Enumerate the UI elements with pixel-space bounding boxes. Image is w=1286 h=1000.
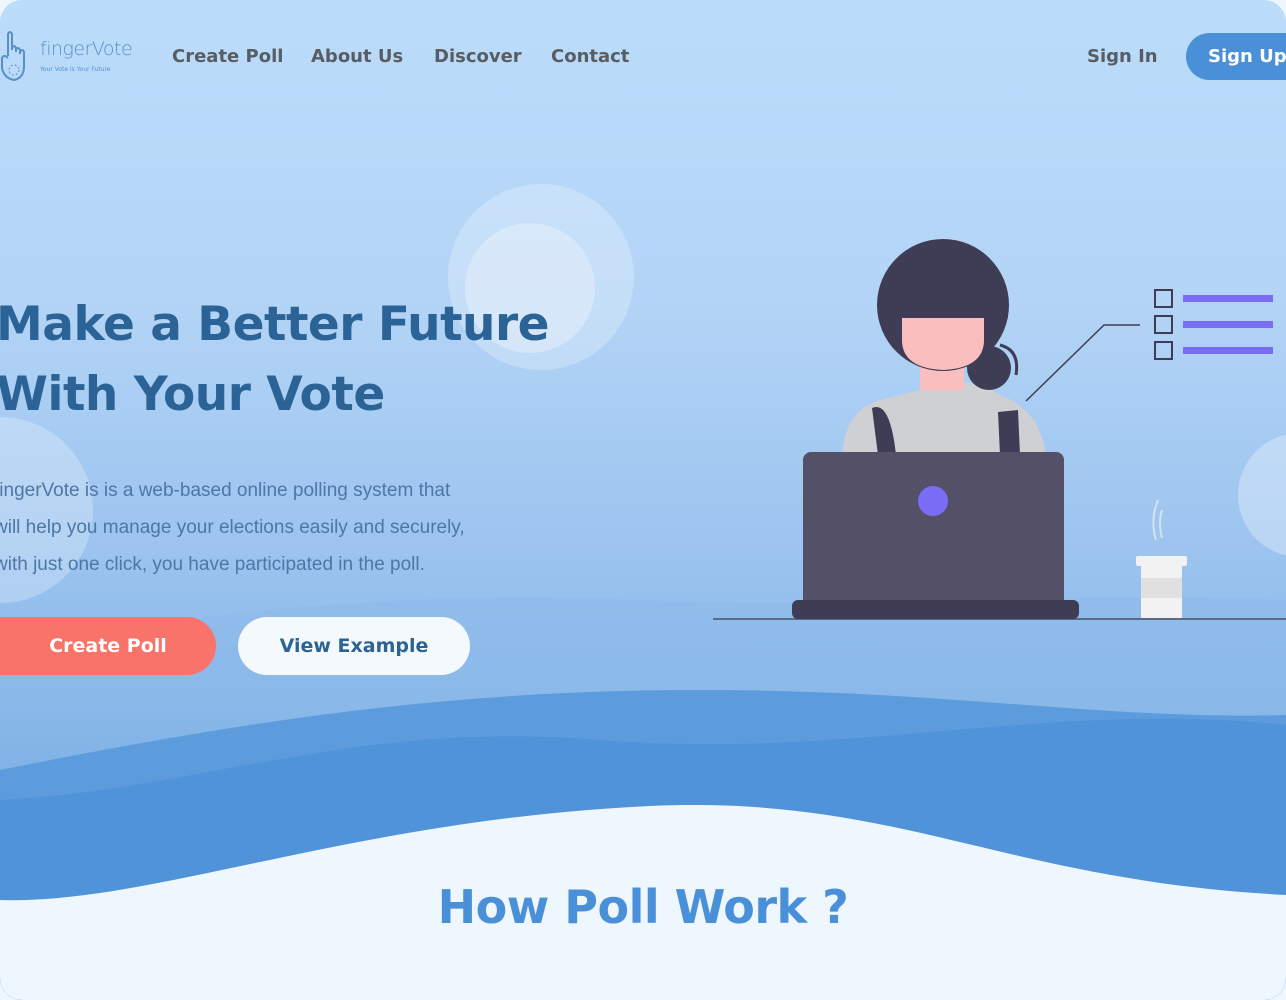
hero-desc-line2: will help you manage your elections easi…: [0, 517, 465, 538]
brand-name: fingerVote: [40, 38, 133, 60]
hero-desc-line1: fingerVote is is a web-based online poll…: [0, 480, 451, 501]
sign-up-button[interactable]: Sign Up: [1186, 33, 1286, 80]
hero-title: Make a Better Future With Your Vote: [0, 290, 550, 430]
woman-laptop-illustration: [713, 239, 1286, 620]
hand-finger-icon: [0, 31, 25, 82]
nav-discover[interactable]: Discover: [434, 46, 522, 67]
nav-about-us[interactable]: About Us: [311, 46, 403, 67]
section-title: How Poll Work ?: [437, 880, 849, 934]
page-frame: fingerVote Your Vote is Your Future Crea…: [0, 0, 1286, 1000]
sign-in-link[interactable]: Sign In: [1087, 46, 1158, 67]
top-nav: fingerVote Your Vote is Your Future Crea…: [0, 0, 1286, 115]
create-poll-button[interactable]: Create Poll: [0, 617, 216, 675]
hero-title-line2: With Your Vote: [0, 367, 385, 422]
brand-tagline: Your Vote is Your Future: [40, 66, 111, 73]
hero-description: fingerVote is is a web-based online poll…: [0, 472, 465, 583]
nav-create-poll[interactable]: Create Poll: [172, 46, 283, 67]
hero-desc-line3: with just one click, you have participat…: [0, 554, 425, 575]
view-example-button[interactable]: View Example: [238, 617, 470, 675]
logo[interactable]: fingerVote Your Vote is Your Future: [0, 26, 135, 86]
nav-contact[interactable]: Contact: [551, 46, 629, 67]
hero-title-line1: Make a Better Future: [0, 297, 550, 352]
